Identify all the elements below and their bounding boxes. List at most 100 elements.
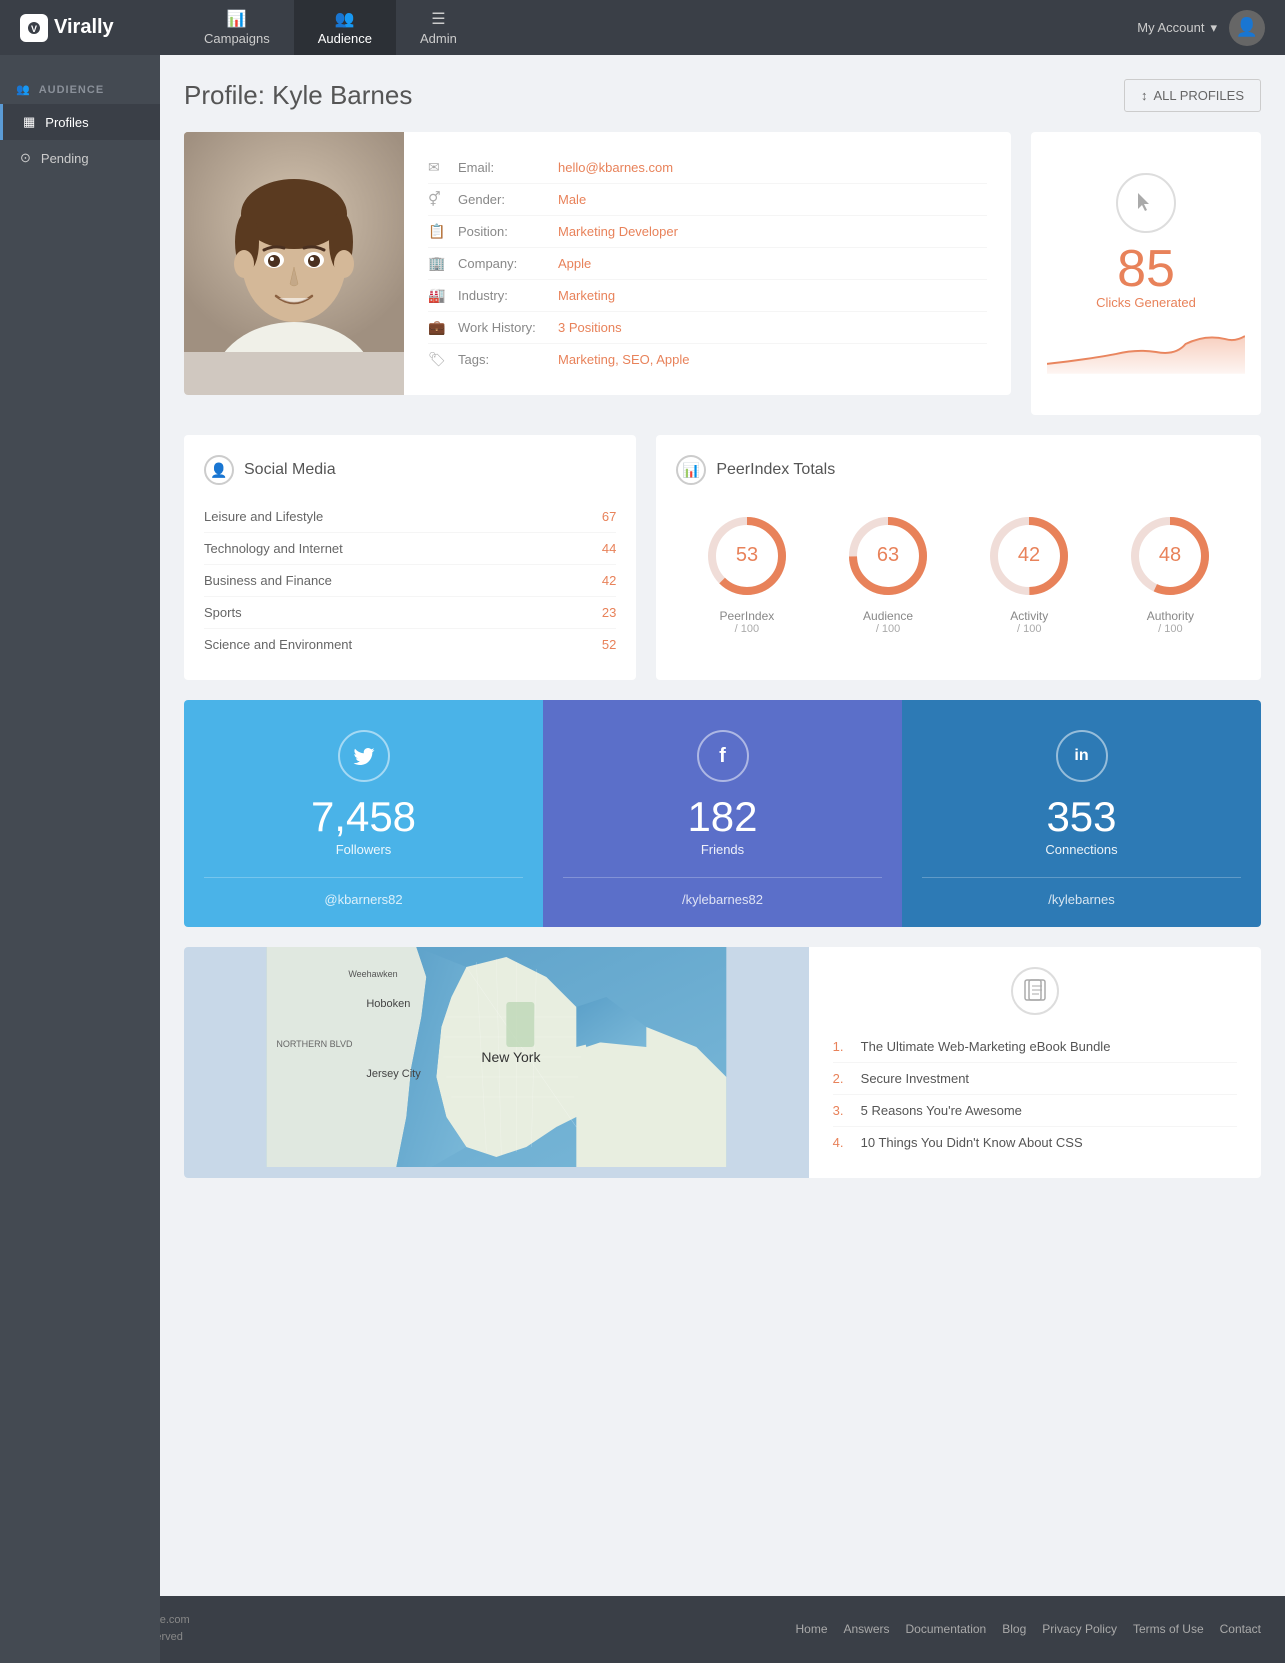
gender-value: Male [558, 192, 586, 207]
audience-icon: 👥 [335, 9, 355, 29]
book-icon [1022, 978, 1048, 1004]
profiles-icon: ▦ [23, 114, 35, 130]
twitter-handle[interactable]: @kbarners82 [204, 877, 523, 907]
article-num-1: 2. [833, 1071, 851, 1086]
donut-authority-svg: 48 [1125, 511, 1215, 601]
company-icon: 🏢 [428, 255, 448, 272]
article-text-1[interactable]: Secure Investment [861, 1071, 969, 1086]
sparkline-chart [1047, 324, 1245, 374]
all-profiles-button[interactable]: ↕ ALL PROFILES [1124, 79, 1261, 112]
footer-link-home[interactable]: Home [795, 1622, 827, 1636]
donut-audience-svg: 63 [843, 511, 933, 601]
sidebar-item-profiles[interactable]: ▦ Profiles [0, 104, 160, 140]
svg-text:42: 42 [1018, 544, 1040, 566]
my-account-menu[interactable]: My Account ▾ [1137, 20, 1217, 36]
donut-audience-label: Audience / 100 [863, 609, 913, 635]
article-text-3[interactable]: 10 Things You Didn't Know About CSS [861, 1135, 1083, 1150]
nav-admin[interactable]: ☰ Admin [396, 0, 481, 55]
list-item: 1. The Ultimate Web-Marketing eBook Bund… [833, 1031, 1237, 1063]
gender-icon: ⚥ [428, 191, 448, 208]
email-icon: ✉ [428, 159, 448, 176]
audience-section-icon: 👥 [16, 83, 31, 96]
donut-activity-svg: 42 [984, 511, 1074, 601]
article-text-2[interactable]: 5 Reasons You're Awesome [861, 1103, 1022, 1118]
profile-card-row: ✉ Email: hello@kbarnes.com ⚥ Gender: Mal… [184, 132, 1261, 415]
twitter-type: Followers [336, 842, 392, 857]
work-history-value[interactable]: 3 Positions [558, 320, 622, 335]
logo-text: Virally [54, 16, 114, 39]
nav-items: 📊 Campaigns 👥 Audience ☰ Admin [180, 0, 1137, 55]
list-item: 2. Secure Investment [833, 1063, 1237, 1095]
industry-row: 🏭 Industry: Marketing [428, 280, 987, 312]
cursor-icon-wrap [1116, 173, 1176, 233]
footer-link-privacy[interactable]: Privacy Policy [1042, 1622, 1117, 1636]
list-item: Sports 23 [204, 597, 616, 629]
list-item: Science and Environment 52 [204, 629, 616, 660]
campaigns-icon: 📊 [227, 9, 247, 29]
footer-link-answers[interactable]: Answers [844, 1622, 890, 1636]
donut-peerindex-svg: 53 [702, 511, 792, 601]
linkedin-count: 353 [1046, 796, 1116, 838]
map-svg: Jersey City Hoboken New York NORTHERN BL… [184, 947, 809, 1167]
sidebar-section-audience: 👥 AUDIENCE [0, 75, 160, 104]
profile-info: ✉ Email: hello@kbarnes.com ⚥ Gender: Mal… [404, 132, 1011, 395]
company-row: 🏢 Company: Apple [428, 248, 987, 280]
donut-peerindex-label: PeerIndex / 100 [720, 609, 775, 635]
nav-audience[interactable]: 👥 Audience [294, 0, 396, 55]
linkedin-handle[interactable]: /kylebarnes [922, 877, 1241, 907]
profile-photo [184, 132, 404, 395]
linkedin-block: in 353 Connections /kylebarnes [902, 700, 1261, 927]
peerindex-card: 📊 PeerIndex Totals 53 PeerIndex / 100 [656, 435, 1261, 680]
footer-link-documentation[interactable]: Documentation [906, 1622, 987, 1636]
logo[interactable]: V Virally [20, 14, 180, 42]
facebook-count: 182 [687, 796, 757, 838]
social-media-header: 👤 Social Media [204, 455, 616, 485]
sm-value-1: 44 [602, 541, 616, 556]
list-item: Business and Finance 42 [204, 565, 616, 597]
user-avatar[interactable]: 👤 [1229, 10, 1265, 46]
article-num-2: 3. [833, 1103, 851, 1118]
cursor-icon [1134, 191, 1158, 215]
profile-image [184, 132, 404, 352]
footer-link-contact[interactable]: Contact [1220, 1622, 1261, 1636]
analytics-section: 👤 Social Media Leisure and Lifestyle 67 … [184, 435, 1261, 680]
position-value: Marketing Developer [558, 224, 678, 239]
article-num-0: 1. [833, 1039, 851, 1054]
svg-text:NORTHERN BLVD: NORTHERN BLVD [276, 1039, 353, 1049]
profile-header: Profile: Kyle Barnes ↕ ALL PROFILES [184, 79, 1261, 112]
svg-text:V: V [31, 24, 37, 34]
donut-authority-label: Authority / 100 [1147, 609, 1194, 635]
article-list: 1. The Ultimate Web-Marketing eBook Bund… [833, 1031, 1237, 1158]
svg-text:48: 48 [1159, 544, 1181, 566]
list-item: Technology and Internet 44 [204, 533, 616, 565]
article-text-0[interactable]: The Ultimate Web-Marketing eBook Bundle [861, 1039, 1111, 1054]
work-history-row: 💼 Work History: 3 Positions [428, 312, 987, 344]
top-nav: V Virally 📊 Campaigns 👥 Audience ☰ Admin… [0, 0, 1285, 55]
industry-value: Marketing [558, 288, 615, 303]
footer-link-terms[interactable]: Terms of Use [1133, 1622, 1204, 1636]
dropdown-icon: ▾ [1210, 20, 1217, 36]
footer-link-blog[interactable]: Blog [1002, 1622, 1026, 1636]
list-item: Leisure and Lifestyle 67 [204, 501, 616, 533]
email-value[interactable]: hello@kbarnes.com [558, 160, 673, 175]
articles-icon-wrap [1011, 967, 1059, 1015]
tags-row: 🏷 Tags: Marketing, SEO, Apple [428, 344, 987, 375]
facebook-type: Friends [701, 842, 744, 857]
nav-campaigns[interactable]: 📊 Campaigns [180, 0, 294, 55]
donut-authority: 48 Authority / 100 [1125, 511, 1215, 635]
footer: www.haritagachristiancollege.com © Viral… [0, 1596, 1285, 1663]
sm-value-4: 52 [602, 637, 616, 652]
facebook-handle[interactable]: /kylebarnes82 [563, 877, 882, 907]
linkedin-in-icon: in [1074, 747, 1088, 765]
clicks-card: 85 Clicks Generated [1031, 132, 1261, 415]
logo-icon: V [20, 14, 48, 42]
sm-value-3: 23 [602, 605, 616, 620]
svg-text:Hoboken: Hoboken [366, 998, 410, 1010]
sidebar: 👥 AUDIENCE ▦ Profiles ⊙ Pending [0, 55, 160, 1663]
nav-right: My Account ▾ 👤 [1137, 10, 1265, 46]
linkedin-icon-wrap: in [1056, 730, 1108, 782]
facebook-block: f 182 Friends /kylebarnes82 [543, 700, 902, 927]
peerindex-icon: 📊 [676, 455, 706, 485]
sidebar-item-pending[interactable]: ⊙ Pending [0, 140, 160, 176]
donut-audience: 63 Audience / 100 [843, 511, 933, 635]
